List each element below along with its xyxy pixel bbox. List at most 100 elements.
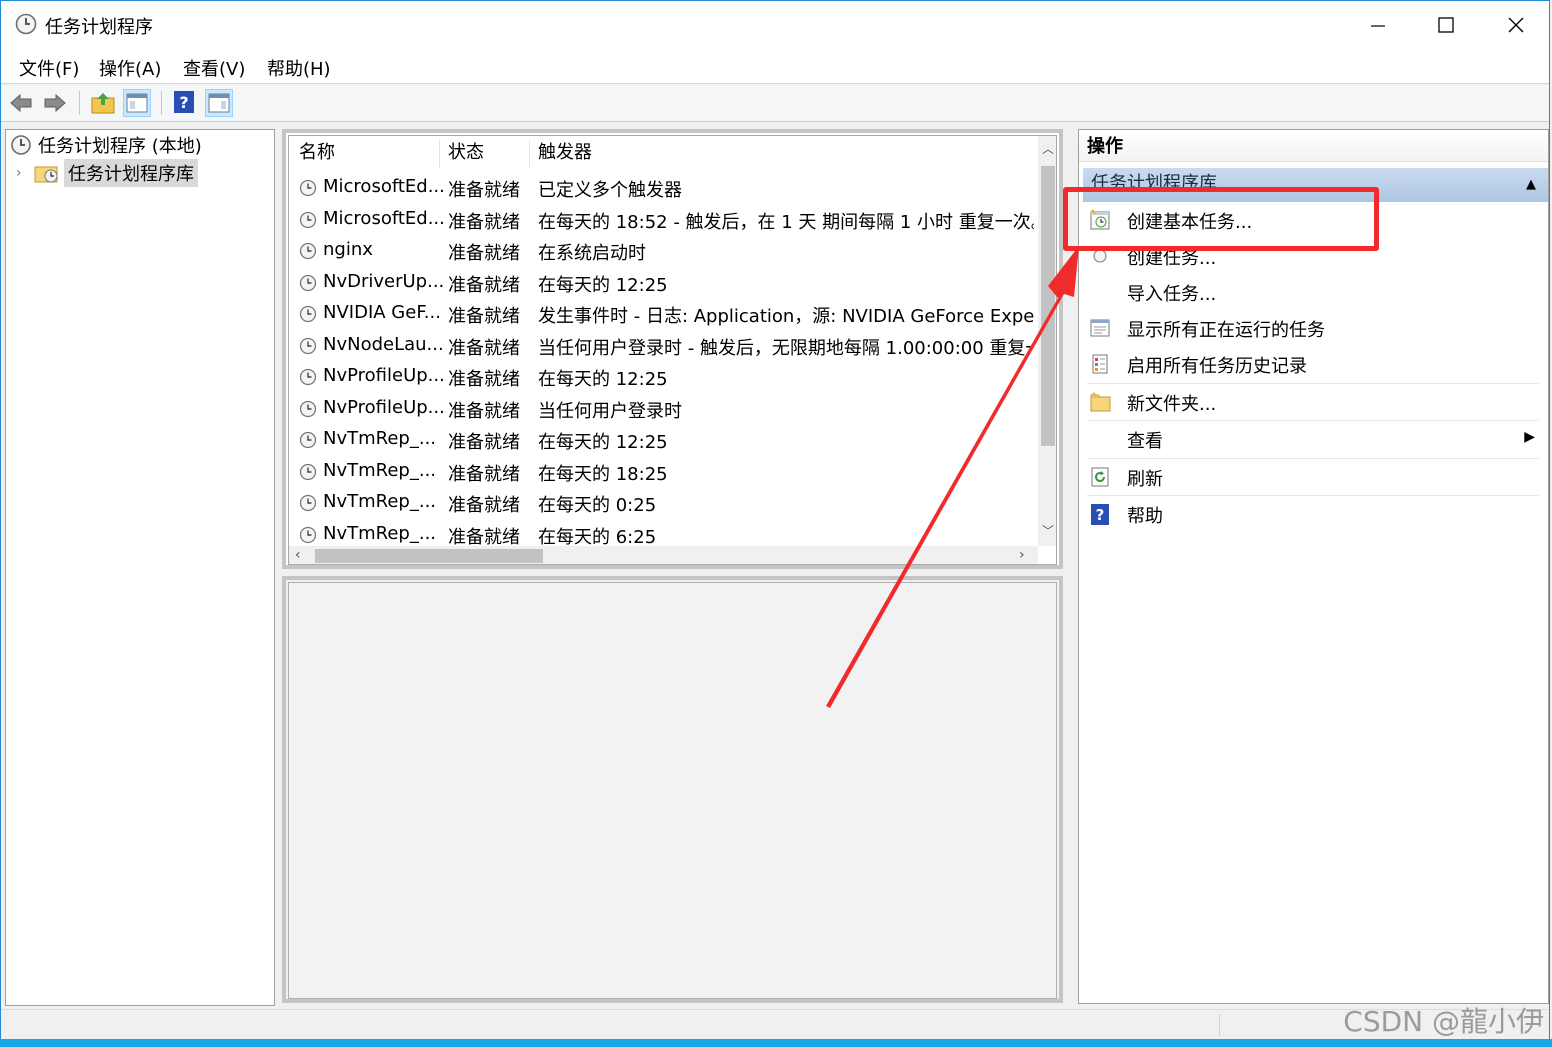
forward-button[interactable] xyxy=(41,89,69,117)
task-status: 准备就绪 xyxy=(448,463,520,485)
toolbar-separator xyxy=(161,91,162,115)
column-header-status[interactable]: 状态 xyxy=(448,136,484,170)
action-refresh[interactable]: 刷新 xyxy=(1087,459,1541,495)
action-import-task[interactable]: 导入任务... xyxy=(1087,274,1541,310)
table-row[interactable]: NvTmRep_... 准备就绪 在每天的 6:25 xyxy=(289,519,1034,550)
table-row[interactable]: NvTmRep_... 准备就绪 在每天的 18:25 xyxy=(289,456,1034,487)
show-hide-action-pane-button[interactable] xyxy=(205,89,233,117)
task-status: 准备就绪 xyxy=(448,432,520,453)
task-name: nginx xyxy=(323,239,373,260)
column-header-name[interactable]: 名称 xyxy=(299,136,335,170)
back-arrow-icon xyxy=(10,93,32,113)
task-name: MicrosoftEd... xyxy=(323,176,445,197)
scroll-thumb[interactable] xyxy=(315,549,543,563)
scroll-left-icon[interactable]: ‹ xyxy=(295,547,301,563)
action-label: 显示所有正在运行的任务 xyxy=(1127,320,1325,341)
table-row[interactable]: NvTmRep_... 准备就绪 在每天的 0:25 xyxy=(289,487,1034,518)
table-row[interactable]: MicrosoftEd... 准备就绪 已定义多个触发器 xyxy=(289,172,1034,203)
status-bar xyxy=(1,1009,1549,1040)
task-scheduler-window: 任务计划程序 文件(F) 操作(A) 查看(V) 帮助(H) ? 任务计划程序 … xyxy=(0,0,1551,1040)
menu-bar: 文件(F) 操作(A) 查看(V) 帮助(H) xyxy=(1,49,1549,84)
task-status: 准备就绪 xyxy=(448,400,520,422)
task-list: 名称 状态 触发器 MicrosoftEd... 准备就绪 已定义多个触发器 Micr… xyxy=(288,135,1057,565)
vertical-scrollbar[interactable]: ︿ ﹀ xyxy=(1038,136,1056,546)
menu-file[interactable]: 文件(F) xyxy=(17,55,81,81)
task-status: 准备就绪 xyxy=(448,337,520,359)
help-toolbar-button[interactable]: ? xyxy=(171,89,199,117)
table-row[interactable]: MicrosoftEd... 准备就绪 在每天的 18:52 - 触发后，在 1 天… xyxy=(289,204,1034,235)
task-status: 准备就绪 xyxy=(448,526,520,548)
task-status: 准备就绪 xyxy=(448,211,520,233)
tree-item-local[interactable]: 任务计划程序 (本地) xyxy=(10,132,202,158)
close-button[interactable] xyxy=(1481,1,1551,49)
back-button[interactable] xyxy=(7,89,35,117)
toolbar-separator xyxy=(79,91,80,115)
forward-arrow-icon xyxy=(44,93,66,113)
column-separator[interactable] xyxy=(529,140,530,168)
collapse-up-icon[interactable]: ▲ xyxy=(1526,169,1536,201)
task-clock-icon xyxy=(299,431,317,449)
minimize-icon xyxy=(1371,25,1385,27)
task-clock-icon xyxy=(299,274,317,292)
details-content xyxy=(288,582,1057,999)
scroll-thumb[interactable] xyxy=(1041,166,1055,446)
show-hide-console-tree-button[interactable] xyxy=(123,89,151,117)
actions-pane: 操作 任务计划程序库 ▲ 创建基本任务... 创建任务... 导入任务... 显… xyxy=(1078,129,1549,1004)
column-header-trigger[interactable]: 触发器 xyxy=(538,136,592,170)
console-tree: 任务计划程序 (本地) › 任务计划程序库 xyxy=(5,129,275,1006)
task-trigger: 在系统启动时 xyxy=(538,243,646,264)
horizontal-scrollbar[interactable]: ‹ › xyxy=(289,546,1038,564)
svg-text:?: ? xyxy=(179,93,188,112)
action-enable-task-history[interactable]: 启用所有任务历史记录 xyxy=(1087,346,1541,382)
menu-help[interactable]: 帮助(H) xyxy=(265,55,333,81)
task-trigger: 在每天的 18:52 - 触发后，在 1 天 期间每隔 1 小时 重复一次。 xyxy=(538,211,1034,233)
table-row[interactable]: NVIDIA GeF... 准备就绪 发生事件时 - 日志: Application… xyxy=(289,298,1034,329)
maximize-button[interactable] xyxy=(1411,1,1481,49)
table-row[interactable]: NvProfileUp... 准备就绪 在每天的 12:25 xyxy=(289,361,1034,392)
minimize-button[interactable] xyxy=(1343,1,1413,49)
scroll-down-icon[interactable]: ﹀ xyxy=(1042,522,1054,539)
console-tree-icon xyxy=(126,93,148,113)
clock-icon xyxy=(11,135,31,155)
task-clock-icon xyxy=(299,242,317,260)
scroll-up-icon[interactable]: ︿ xyxy=(1042,140,1054,157)
table-row[interactable]: NvTmRep_... 准备就绪 在每天的 12:25 xyxy=(289,424,1034,455)
help-icon: ? xyxy=(1091,504,1109,525)
task-clock-icon xyxy=(299,526,317,544)
action-new-folder[interactable]: 新文件夹... xyxy=(1087,384,1541,420)
table-row[interactable]: NvProfileUp... 准备就绪 当任何用户登录时 xyxy=(289,393,1034,424)
action-view[interactable]: 查看 ▶ xyxy=(1087,421,1541,457)
action-label: 导入任务... xyxy=(1127,284,1217,305)
task-trigger: 当任何用户登录时 xyxy=(538,400,682,422)
action-label: 启用所有任务历史记录 xyxy=(1127,356,1307,377)
tree-item-library[interactable]: › 任务计划程序库 xyxy=(16,159,198,187)
scroll-right-icon[interactable]: › xyxy=(1019,547,1025,563)
table-row[interactable]: nginx 准备就绪 在系统启动时 xyxy=(289,235,1034,266)
window-accent-border xyxy=(0,1039,1552,1047)
folder-icon xyxy=(1090,392,1111,412)
action-show-running-tasks[interactable]: 显示所有正在运行的任务 xyxy=(1087,310,1541,346)
task-name: NvTmRep_... xyxy=(323,522,437,544)
menu-view[interactable]: 查看(V) xyxy=(181,55,247,81)
submenu-arrow-icon: ▶ xyxy=(1524,429,1535,445)
action-pane-icon xyxy=(208,93,230,113)
task-trigger: 在每天的 6:25 xyxy=(538,526,657,548)
action-help[interactable]: ? 帮助 xyxy=(1087,496,1541,532)
chevron-right-icon[interactable]: › xyxy=(16,165,30,181)
task-name: NvProfileUp... xyxy=(323,396,445,418)
up-folder-button[interactable] xyxy=(89,89,117,117)
task-status: 准备就绪 xyxy=(448,495,520,516)
help-icon: ? xyxy=(174,91,194,113)
table-row[interactable]: NvNodeLau... 准备就绪 当任何用户登录时 - 触发后，无限期地每隔 1.… xyxy=(289,330,1034,361)
close-icon xyxy=(1508,17,1524,33)
task-trigger: 在每天的 18:25 xyxy=(538,463,668,485)
task-name: MicrosoftEd... xyxy=(323,207,445,229)
task-clock-icon xyxy=(299,337,317,355)
task-name: NvProfileUp... xyxy=(323,365,445,386)
menu-action[interactable]: 操作(A) xyxy=(97,55,163,81)
column-separator[interactable] xyxy=(439,140,440,168)
task-clock-icon xyxy=(299,494,317,512)
table-row[interactable]: NvDriverUp... 准备就绪 在每天的 12:25 xyxy=(289,267,1034,298)
refresh-icon xyxy=(1091,467,1109,487)
task-name: NvTmRep_... xyxy=(323,491,437,512)
